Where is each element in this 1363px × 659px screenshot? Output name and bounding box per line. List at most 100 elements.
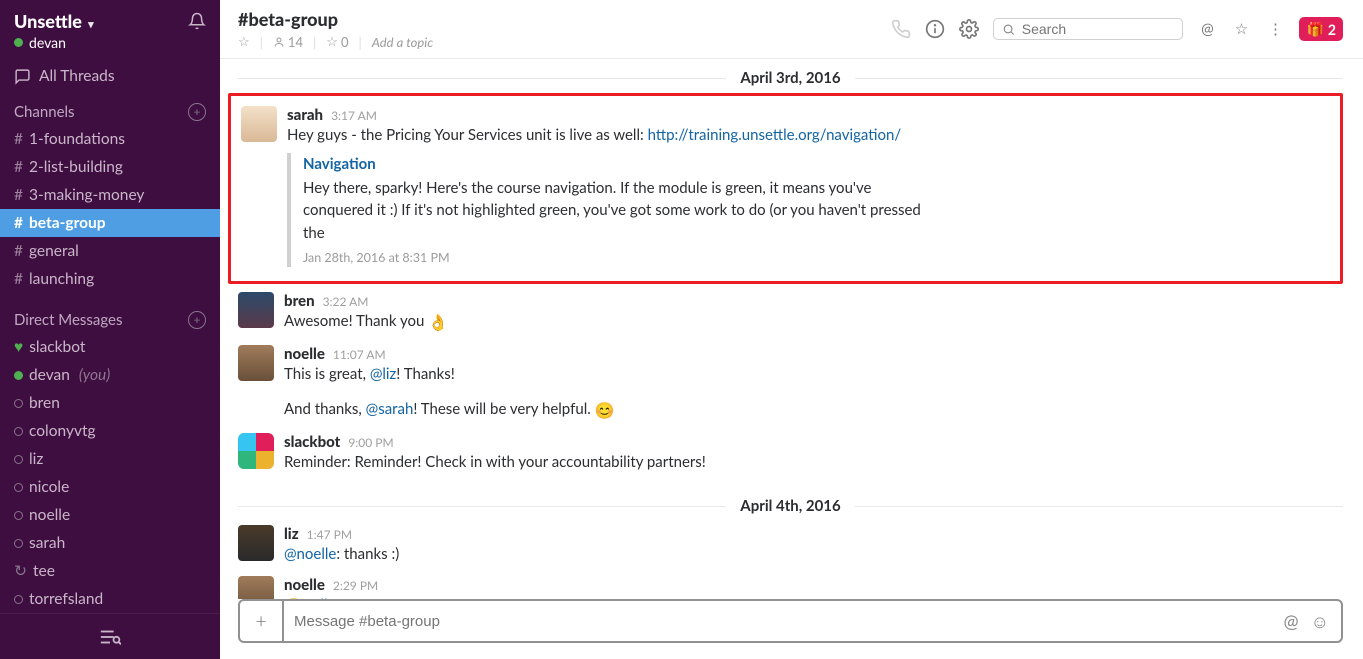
- author[interactable]: bren: [284, 292, 315, 310]
- dm-name: sarah: [29, 531, 65, 555]
- star-channel[interactable]: ☆: [238, 33, 250, 50]
- avatar[interactable]: [241, 106, 277, 142]
- message[interactable]: bren3:22 AM Awesome! Thank you 👌: [238, 288, 1343, 341]
- author[interactable]: sarah: [287, 106, 323, 124]
- message-text: Reminder: Reminder! Check in with your a…: [284, 451, 1343, 474]
- dm-name: torrefsland: [29, 587, 103, 611]
- attach-button[interactable]: +: [240, 601, 284, 641]
- link[interactable]: http://training.unsettle.org/navigation/: [648, 126, 902, 144]
- avatar[interactable]: [238, 433, 274, 469]
- avatar[interactable]: [238, 292, 274, 328]
- mention[interactable]: @noelle: [284, 545, 336, 563]
- dm-header[interactable]: Direct Messages +: [0, 303, 220, 333]
- message-text: @noelle: thanks :): [284, 543, 1343, 566]
- gift-icon: 🎁: [1306, 20, 1323, 38]
- attachment-timestamp: Jan 28th, 2016 at 8:31 PM: [303, 250, 927, 265]
- channel-item[interactable]: #1-foundations: [0, 125, 220, 153]
- presence-away-icon: [14, 427, 23, 436]
- mention-icon[interactable]: @: [1284, 610, 1299, 633]
- team-header[interactable]: Unsettle ▾ devan: [0, 0, 220, 57]
- message-input[interactable]: [284, 613, 1284, 630]
- more-icon[interactable]: ⋮: [1265, 19, 1285, 39]
- attachment[interactable]: Navigation Hey there, sparky! Here's the…: [287, 153, 927, 268]
- channel-name: launching: [29, 267, 94, 291]
- hash-icon: #: [14, 239, 23, 263]
- dm-name: devan: [29, 363, 70, 387]
- member-count[interactable]: 14: [273, 34, 303, 50]
- sidebar-footer[interactable]: [0, 613, 220, 659]
- gift-button[interactable]: 🎁2: [1299, 17, 1343, 41]
- channel-list: #1-foundations#2-list-building#3-making-…: [0, 125, 220, 293]
- avatar[interactable]: [238, 345, 274, 381]
- channel-item[interactable]: #3-making-money: [0, 181, 220, 209]
- chevron-down-icon: ▾: [88, 18, 94, 31]
- message-composer[interactable]: + @ ☺: [238, 599, 1343, 643]
- channel-name: beta-group: [29, 211, 106, 235]
- author[interactable]: slackbot: [284, 433, 340, 451]
- add-topic[interactable]: Add a topic: [372, 34, 433, 50]
- dm-item[interactable]: liz: [0, 445, 220, 473]
- dm-item[interactable]: colonyvtg: [0, 417, 220, 445]
- channel-item[interactable]: #launching: [0, 265, 220, 293]
- avatar[interactable]: [238, 525, 274, 561]
- presence-active-icon: [14, 371, 23, 380]
- message[interactable]: noelle2:29 PM 😊 @liz: [238, 572, 1343, 600]
- star-icon[interactable]: ☆: [1231, 19, 1251, 39]
- author[interactable]: noelle: [284, 345, 325, 363]
- channel-item[interactable]: #general: [0, 237, 220, 265]
- message[interactable]: noelle11:07 AM This is great, @liz! Than…: [238, 341, 1343, 392]
- channels-header[interactable]: Channels +: [0, 95, 220, 125]
- author[interactable]: noelle: [284, 576, 325, 594]
- dm-item[interactable]: noelle: [0, 501, 220, 529]
- search-input[interactable]: [1022, 21, 1175, 37]
- dm-name: noelle: [29, 503, 70, 527]
- team-name: Unsettle: [14, 10, 82, 32]
- gear-icon[interactable]: [959, 19, 979, 39]
- dm-item[interactable]: ♥slackbot: [0, 333, 220, 361]
- presence-away-icon: [14, 595, 23, 604]
- dm-name: colonyvtg: [29, 419, 96, 443]
- day-divider: April 4th, 2016: [238, 497, 1343, 515]
- mention[interactable]: @sarah: [366, 400, 414, 418]
- dm-item[interactable]: torrefsland: [0, 585, 220, 613]
- avatar[interactable]: [238, 576, 274, 600]
- channel-item[interactable]: #2-list-building: [0, 153, 220, 181]
- search-box[interactable]: [993, 18, 1183, 40]
- dm-item[interactable]: sarah: [0, 529, 220, 557]
- attachment-title[interactable]: Navigation: [303, 155, 927, 173]
- info-icon[interactable]: [925, 19, 945, 39]
- timestamp: 11:07 AM: [333, 347, 386, 362]
- dm-name: liz: [29, 447, 43, 471]
- dm-item[interactable]: ↻tee: [0, 557, 220, 585]
- timestamp: 1:47 PM: [307, 527, 352, 542]
- timestamp: 3:22 AM: [323, 294, 369, 309]
- message[interactable]: sarah3:17 AM Hey guys - the Pricing Your…: [241, 102, 1330, 273]
- current-user: devan: [29, 34, 66, 51]
- message[interactable]: liz 1:47 PM @noelle: thanks :): [238, 521, 1343, 572]
- author[interactable]: liz: [284, 525, 299, 543]
- dm-name: bren: [29, 391, 60, 415]
- dm-item[interactable]: nicole: [0, 473, 220, 501]
- dm-name: slackbot: [29, 335, 85, 359]
- mention[interactable]: @liz: [370, 365, 396, 383]
- pin-count[interactable]: ☆0: [326, 33, 348, 50]
- all-threads[interactable]: All Threads: [0, 57, 220, 95]
- bell-icon[interactable]: [188, 12, 206, 30]
- call-icon[interactable]: [891, 19, 911, 39]
- channel-name: general: [29, 239, 79, 263]
- message-pane[interactable]: April 3rd, 2016 sarah3:17 AM Hey guys - …: [220, 59, 1363, 599]
- hash-icon: #: [14, 155, 23, 179]
- channel-item[interactable]: #beta-group: [0, 209, 220, 237]
- emoji-icon[interactable]: ☺: [1311, 610, 1329, 633]
- dm-item[interactable]: bren: [0, 389, 220, 417]
- mentions-icon[interactable]: @: [1197, 19, 1217, 39]
- main: #beta-group ☆ | 14 | ☆0 | Add a topic: [220, 0, 1363, 659]
- presence-away-icon: [14, 539, 23, 548]
- dm-item[interactable]: devan(you): [0, 361, 220, 389]
- quick-switcher-icon[interactable]: [99, 628, 121, 646]
- channel-name: 1-foundations: [29, 127, 125, 151]
- add-dm-icon[interactable]: +: [188, 311, 206, 329]
- heart-icon: ♥: [14, 335, 23, 359]
- add-channel-icon[interactable]: +: [188, 103, 206, 121]
- message[interactable]: slackbot9:00 PM Reminder: Reminder! Chec…: [238, 429, 1343, 480]
